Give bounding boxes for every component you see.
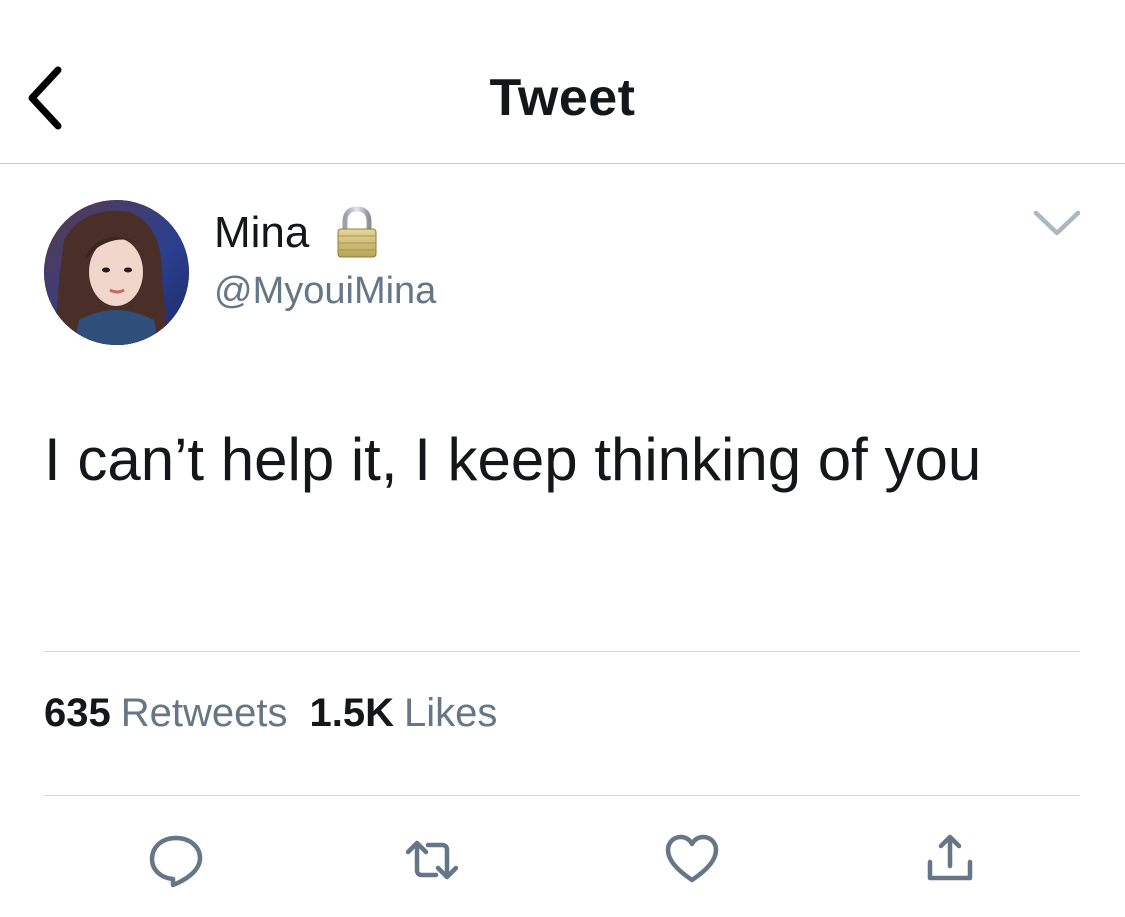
tweet-text: I can’t help it, I keep thinking of you [44,426,982,493]
page-title: Tweet [489,69,636,127]
lock-icon [334,206,380,260]
likes-stat[interactable]: 1.5K Likes [310,688,498,738]
avatar[interactable] [44,200,189,345]
like-button[interactable] [664,830,720,890]
action-bar [0,830,1125,890]
user-handle[interactable]: @MyouiMina [214,266,436,316]
retweets-count: 635 [44,691,111,735]
likes-count: 1.5K [309,691,395,735]
retweets-stat[interactable]: 635 Retweets [44,688,288,738]
profile-photo [44,200,189,345]
retweets-label: Retweets [120,691,288,735]
navigation-bar: Tweet [0,0,1125,164]
likes-label: Likes [404,691,498,735]
reply-icon [149,835,203,888]
tweet-stats: 635 Retweets 1.5K Likes [44,688,519,738]
share-icon [927,834,973,881]
retweet-button[interactable] [404,830,460,890]
reply-button[interactable] [148,830,204,890]
divider [44,795,1080,796]
display-name[interactable]: Mina [214,206,309,260]
tweet-menu-button[interactable] [1030,205,1084,241]
heart-icon [665,834,719,883]
chevron-down-icon [1033,210,1081,236]
retweet-icon [405,840,459,880]
divider [44,651,1080,652]
share-button[interactable] [922,830,978,890]
